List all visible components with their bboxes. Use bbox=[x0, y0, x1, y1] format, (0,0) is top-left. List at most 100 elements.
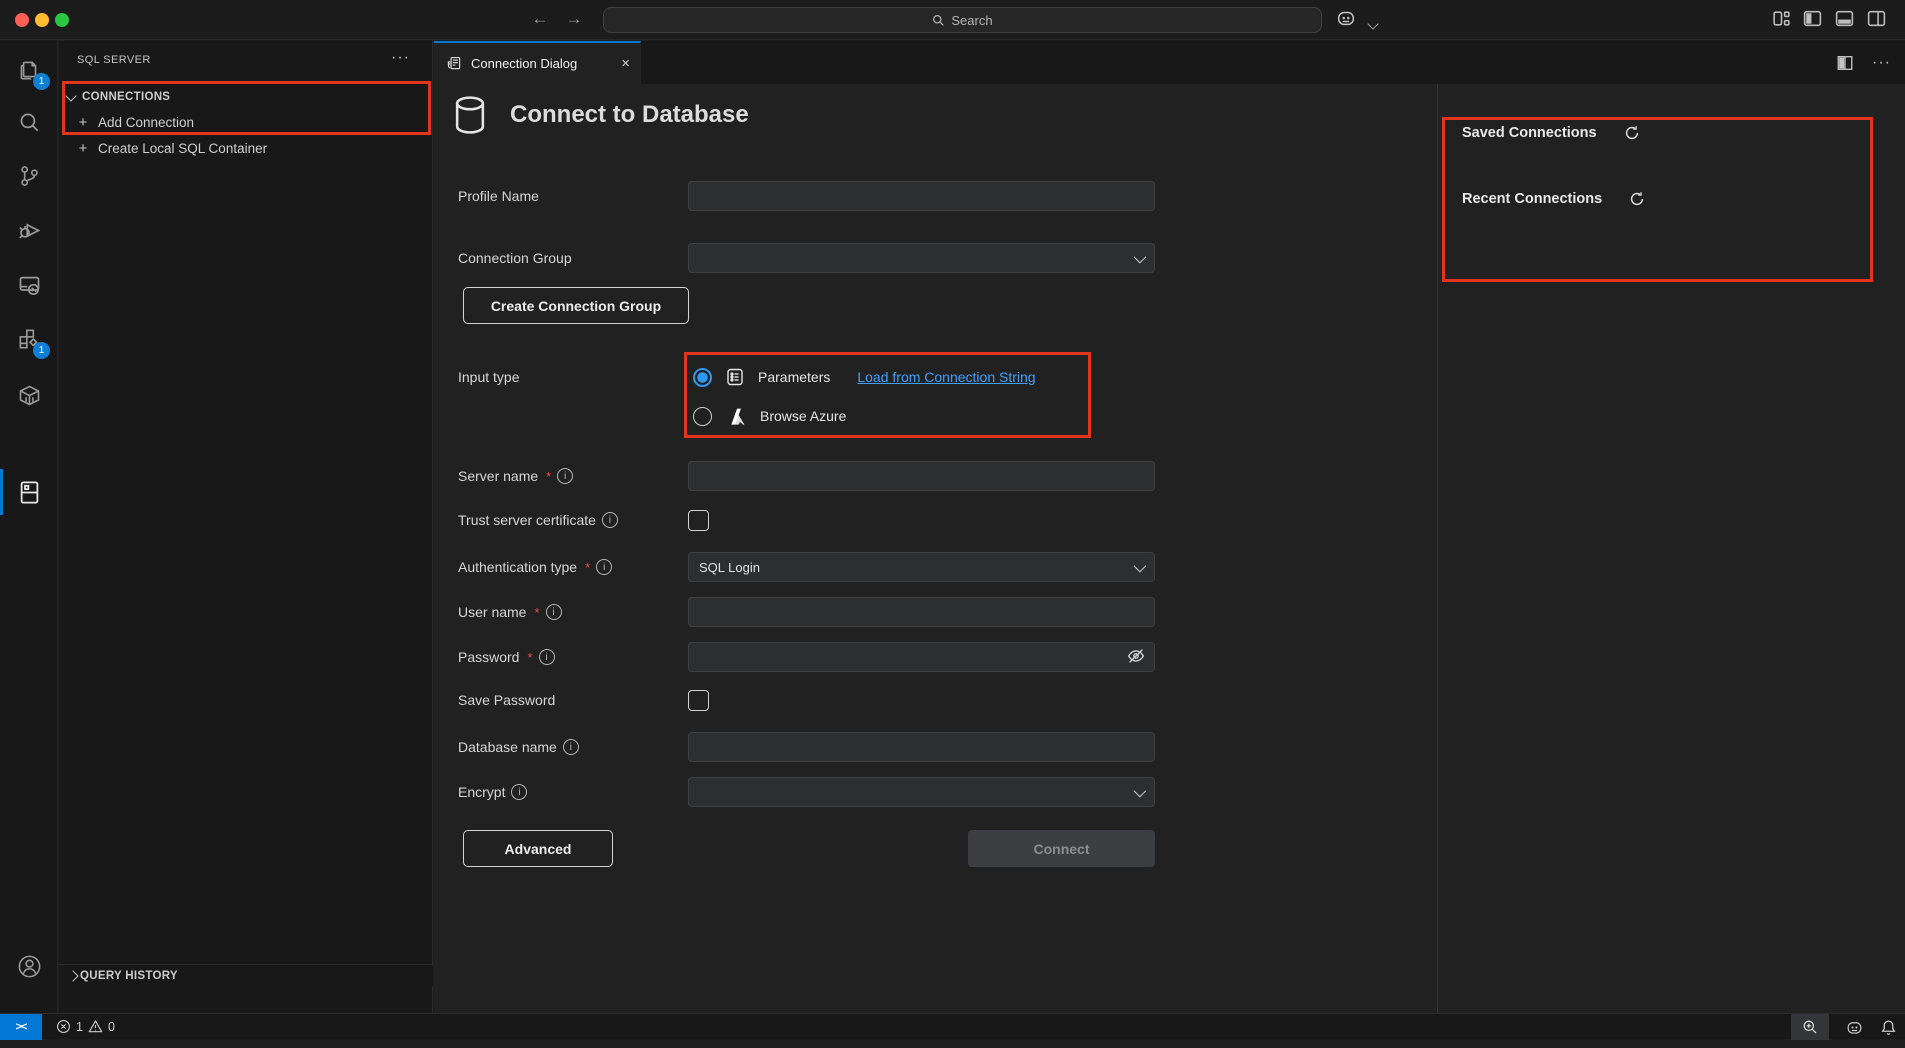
add-icon: + bbox=[75, 140, 91, 157]
database-name-input[interactable] bbox=[688, 732, 1155, 762]
password-label: Password* bbox=[458, 649, 688, 665]
remote-indicator[interactable]: >< bbox=[0, 1014, 42, 1040]
problems-status[interactable]: 1 0 bbox=[56, 1019, 115, 1034]
close-tab-icon[interactable]: × bbox=[621, 55, 630, 72]
panel-divider bbox=[1437, 84, 1438, 1013]
server-name-label: Server name* bbox=[458, 468, 688, 484]
forward-icon[interactable]: → bbox=[562, 9, 586, 29]
chevron-right-icon bbox=[67, 970, 78, 981]
save-password-checkbox[interactable] bbox=[688, 690, 709, 711]
parameters-form-icon bbox=[725, 367, 745, 387]
required-marker: * bbox=[534, 605, 539, 620]
tab-label: Connection Dialog bbox=[471, 56, 577, 71]
user-name-label: User name* bbox=[458, 604, 688, 620]
minimize-window-button[interactable] bbox=[35, 13, 49, 27]
sidebar-item-add-connection[interactable]: + Add Connection bbox=[59, 110, 433, 135]
containers-icon[interactable] bbox=[0, 371, 58, 419]
add-icon: + bbox=[75, 114, 91, 131]
profile-name-label: Profile Name bbox=[458, 188, 688, 204]
connection-group-dropdown[interactable] bbox=[688, 243, 1155, 273]
copilot-icon[interactable] bbox=[1335, 7, 1357, 34]
saved-connections-header: Saved Connections bbox=[1462, 124, 1641, 142]
back-icon[interactable]: ← bbox=[528, 9, 552, 29]
extensions-icon[interactable]: 1 bbox=[0, 315, 58, 363]
split-editor-icon[interactable] bbox=[1836, 54, 1854, 72]
page-heading: Connect to Database bbox=[452, 94, 749, 136]
create-connection-group-button[interactable]: Create Connection Group bbox=[463, 287, 689, 324]
extensions-badge: 1 bbox=[33, 342, 50, 359]
connections-section-header[interactable]: CONNECTIONS bbox=[59, 85, 433, 109]
database-icon bbox=[452, 94, 488, 136]
editor-tab-bar: Connection Dialog × ··· bbox=[434, 41, 1905, 84]
sidebar-item-create-local-sql-container[interactable]: + Create Local SQL Container bbox=[59, 136, 433, 161]
info-icon[interactable] bbox=[563, 739, 579, 755]
run-debug-icon[interactable] bbox=[0, 206, 58, 254]
azure-icon bbox=[725, 405, 747, 427]
connection-dialog-tab-icon bbox=[446, 55, 463, 72]
explorer-badge: 1 bbox=[33, 73, 50, 90]
error-icon bbox=[56, 1019, 71, 1034]
authentication-type-dropdown[interactable]: SQL Login bbox=[688, 552, 1155, 582]
copilot-chevron-down-icon[interactable] bbox=[1361, 15, 1380, 33]
trust-server-certificate-checkbox[interactable] bbox=[688, 510, 709, 531]
primary-sidebar: SQL SERVER ··· CONNECTIONS + Add Connect… bbox=[59, 41, 433, 1013]
required-marker: * bbox=[527, 650, 532, 665]
notifications-bell-icon[interactable] bbox=[1880, 1019, 1897, 1036]
zoom-status-icon[interactable] bbox=[1791, 1014, 1829, 1040]
command-center-search[interactable]: Search bbox=[603, 7, 1322, 33]
sidebar-more-actions-icon[interactable]: ··· bbox=[391, 49, 410, 67]
user-name-input[interactable] bbox=[688, 597, 1155, 627]
refresh-recent-connections-icon[interactable] bbox=[1628, 190, 1646, 208]
warning-count: 0 bbox=[108, 1020, 115, 1034]
sql-server-view-icon[interactable] bbox=[0, 468, 58, 516]
encrypt-label: Encrypt bbox=[458, 784, 688, 800]
load-from-connection-string-link[interactable]: Load from Connection String bbox=[857, 369, 1035, 385]
browse-azure-option-label[interactable]: Browse Azure bbox=[760, 408, 846, 424]
password-input[interactable] bbox=[688, 642, 1155, 672]
error-count: 1 bbox=[76, 1020, 83, 1034]
source-control-icon[interactable] bbox=[0, 152, 58, 200]
activity-bar: 1 1 bbox=[0, 41, 58, 1013]
database-name-label: Database name bbox=[458, 739, 688, 755]
encrypt-dropdown[interactable] bbox=[688, 777, 1155, 807]
parameters-option-label[interactable]: Parameters bbox=[758, 369, 830, 385]
refresh-saved-connections-icon[interactable] bbox=[1623, 124, 1641, 142]
connect-button[interactable]: Connect bbox=[968, 830, 1155, 867]
browse-azure-radio[interactable] bbox=[693, 407, 712, 426]
input-type-label: Input type bbox=[458, 369, 688, 385]
query-history-section-header[interactable]: QUERY HISTORY bbox=[59, 964, 433, 987]
toggle-password-visibility-icon[interactable] bbox=[1125, 645, 1147, 672]
copilot-status-icon[interactable] bbox=[1845, 1018, 1864, 1037]
trust-server-certificate-label: Trust server certificate bbox=[458, 512, 688, 528]
search-icon bbox=[932, 14, 945, 27]
advanced-button[interactable]: Advanced bbox=[463, 830, 613, 867]
accounts-icon[interactable] bbox=[0, 942, 58, 990]
toggle-panel-icon[interactable] bbox=[1834, 8, 1855, 34]
title-bar: ← → Search bbox=[0, 0, 1905, 40]
profile-name-input[interactable] bbox=[688, 181, 1155, 211]
authentication-type-label: Authentication type* bbox=[458, 559, 688, 575]
info-icon[interactable] bbox=[511, 784, 527, 800]
info-icon[interactable] bbox=[546, 604, 562, 620]
info-icon[interactable] bbox=[539, 649, 555, 665]
editor-more-actions-icon[interactable]: ··· bbox=[1872, 54, 1891, 72]
status-bar: >< 1 0 bbox=[0, 1013, 1905, 1039]
search-sidebar-icon[interactable] bbox=[0, 98, 58, 146]
info-icon[interactable] bbox=[596, 559, 612, 575]
maximize-window-button[interactable] bbox=[55, 13, 69, 27]
toggle-secondary-sidebar-icon[interactable] bbox=[1866, 8, 1887, 34]
toggle-primary-sidebar-icon[interactable] bbox=[1802, 8, 1823, 34]
connection-dialog-webview: Connect to Database Profile Name Connect… bbox=[434, 84, 1905, 1013]
required-marker: * bbox=[546, 469, 551, 484]
parameters-radio[interactable] bbox=[693, 368, 712, 387]
customize-layout-icon[interactable] bbox=[1771, 8, 1792, 34]
info-icon[interactable] bbox=[602, 512, 618, 528]
tab-connection-dialog[interactable]: Connection Dialog × bbox=[434, 41, 641, 84]
connection-group-label: Connection Group bbox=[458, 250, 688, 266]
search-label: Search bbox=[951, 13, 992, 28]
explorer-icon[interactable]: 1 bbox=[0, 46, 58, 94]
info-icon[interactable] bbox=[557, 468, 573, 484]
remote-explorer-icon[interactable] bbox=[0, 261, 58, 309]
close-window-button[interactable] bbox=[15, 13, 29, 27]
server-name-input[interactable] bbox=[688, 461, 1155, 491]
